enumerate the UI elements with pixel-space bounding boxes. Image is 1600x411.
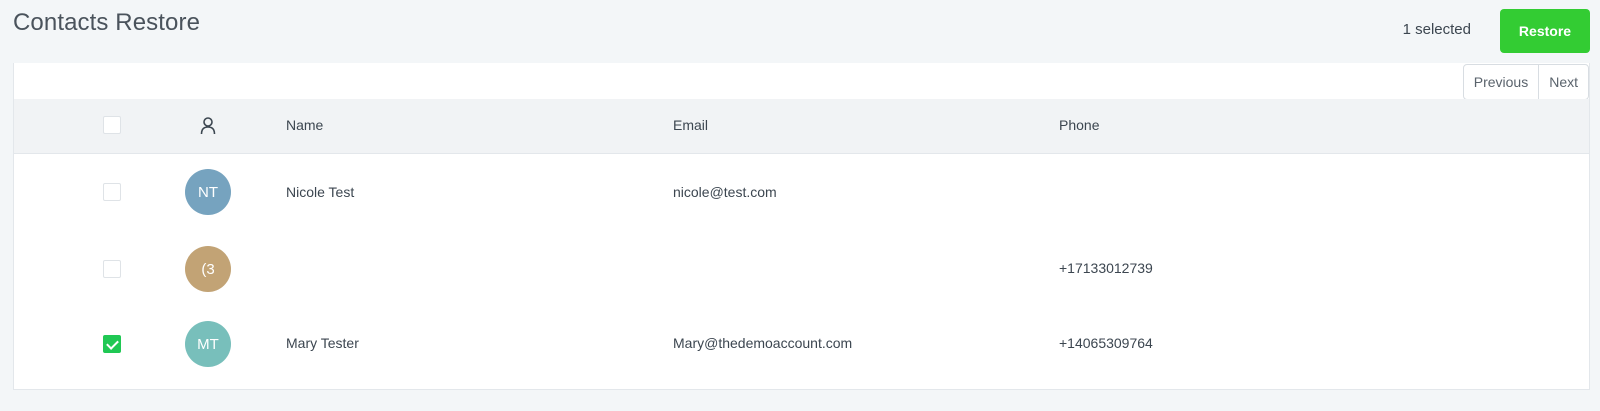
contacts-restore-page: Contacts Restore 1 selected Restore Prev… bbox=[0, 0, 1600, 411]
person-icon bbox=[200, 117, 216, 135]
page-title: Contacts Restore bbox=[13, 9, 201, 36]
next-button[interactable]: Next bbox=[1538, 65, 1588, 99]
column-header-phone[interactable]: Phone bbox=[1059, 117, 1099, 133]
contact-email: nicole@test.com bbox=[673, 184, 777, 200]
column-header-name[interactable]: Name bbox=[286, 117, 323, 133]
contact-phone: +14065309764 bbox=[1059, 335, 1153, 351]
table-row[interactable]: MT Mary Tester Mary@thedemoaccount.com +… bbox=[14, 308, 1589, 385]
contact-phone: +17133012739 bbox=[1059, 260, 1153, 276]
table-row[interactable]: (3 +17133012739 bbox=[14, 231, 1589, 308]
contact-email: Mary@thedemoaccount.com bbox=[673, 335, 853, 351]
selected-count: 1 selected bbox=[1402, 21, 1471, 38]
contact-name: Nicole Test bbox=[286, 184, 355, 200]
contact-name: Mary Tester bbox=[286, 335, 359, 351]
column-header-email[interactable]: Email bbox=[673, 117, 708, 133]
table-header: Name Email Phone bbox=[14, 99, 1589, 154]
avatar: MT bbox=[185, 321, 231, 367]
table-row[interactable]: NT Nicole Test nicole@test.com bbox=[14, 154, 1589, 231]
row-checkbox[interactable] bbox=[103, 183, 121, 201]
row-checkbox[interactable] bbox=[103, 335, 121, 353]
pagination: Previous Next bbox=[1462, 64, 1589, 100]
row-checkbox[interactable] bbox=[103, 260, 121, 278]
previous-button[interactable]: Previous bbox=[1464, 65, 1538, 99]
contacts-table-panel: Previous Next Name Email Phone NT Nicole… bbox=[13, 63, 1590, 390]
select-all-checkbox[interactable] bbox=[103, 116, 121, 134]
avatar: (3 bbox=[185, 246, 231, 292]
avatar: NT bbox=[185, 169, 231, 215]
restore-button[interactable]: Restore bbox=[1500, 9, 1590, 53]
